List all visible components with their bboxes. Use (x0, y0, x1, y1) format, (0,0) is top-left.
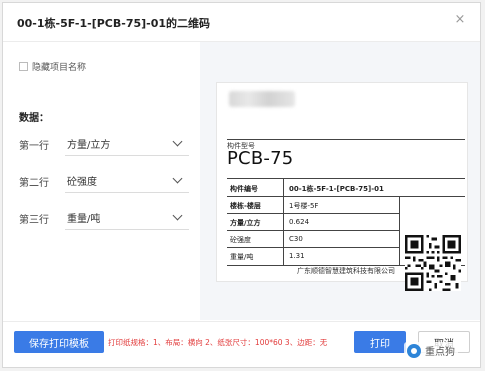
row-1-select[interactable]: 方量/立方 (65, 132, 189, 156)
table-value: C30 (289, 235, 303, 243)
table-key: 砼强度 (230, 236, 251, 244)
hide-name-label: 隐藏项目名称 (32, 62, 87, 73)
hide-name-option[interactable]: 隐藏项目名称 (19, 59, 86, 73)
table-key: 楼栋-楼层 (230, 202, 261, 210)
row-1-label: 第一行 (19, 140, 49, 152)
data-row-3: 第三行 重量/吨 (19, 206, 191, 230)
table-key: 方量/立方 (230, 219, 261, 227)
company-name: 广东顺德智慧建筑科技有限公司 (297, 267, 395, 275)
data-row-2: 第二行 砼强度 (19, 169, 191, 193)
close-icon[interactable]: × (452, 12, 468, 28)
table-key: 重量/吨 (230, 253, 254, 261)
hide-name-checkbox[interactable] (19, 61, 28, 71)
table-value: 1号楼-5F (289, 202, 319, 210)
company-logo (229, 91, 295, 107)
model-number: PCB-75 (227, 148, 294, 169)
table-value: 1.31 (289, 252, 305, 260)
print-button[interactable]: 打印 (354, 331, 406, 353)
watermark: 重点狗 (404, 342, 458, 359)
label-content: 构件型号 PCB-75 构件编号 00-1栋-5F-1-[PCB-75]-01 … (227, 139, 465, 291)
row-2-label: 第二行 (19, 177, 49, 189)
data-section-label: 数据： (19, 113, 49, 124)
qr-code-dialog: 00-1栋-5F-1-[PCB-75]-01的二维码 × 隐藏项目名称 数据： … (2, 2, 481, 368)
print-hint: 打印纸规格：1、布局：横向 2、纸张尺寸：100*60 3、边距：无 (108, 338, 328, 347)
data-row-1: 第一行 方量/立方 (19, 132, 191, 156)
row-2-select[interactable]: 砼强度 (65, 169, 189, 193)
row-2-value: 砼强度 (67, 177, 97, 188)
qr-code-icon (405, 235, 461, 291)
chevron-down-icon (172, 210, 183, 221)
dialog-header: 00-1栋-5F-1-[PCB-75]-01的二维码 × (3, 3, 480, 42)
label-preview-card: 构件型号 PCB-75 构件编号 00-1栋-5F-1-[PCB-75]-01 … (216, 82, 468, 291)
table-value: 00-1栋-5F-1-[PCB-75]-01 (289, 185, 384, 193)
watermark-text: 重点狗 (425, 347, 455, 358)
row-3-select[interactable]: 重量/吨 (65, 206, 189, 230)
table-value: 0.624 (289, 218, 310, 226)
dialog-title: 00-1栋-5F-1-[PCB-75]-01的二维码 (17, 17, 211, 30)
row-3-value: 重量/吨 (67, 214, 101, 225)
row-3-label: 第三行 (19, 214, 49, 226)
info-table: 构件编号 00-1栋-5F-1-[PCB-75]-01 楼栋-楼层 1号楼-5F… (227, 178, 465, 291)
row-1-value: 方量/立方 (67, 140, 111, 151)
watermark-logo-icon (407, 343, 421, 358)
preview-panel: 构件型号 PCB-75 构件编号 00-1栋-5F-1-[PCB-75]-01 … (200, 42, 480, 320)
chevron-down-icon (172, 136, 183, 147)
save-template-button[interactable]: 保存打印模板 (14, 331, 104, 353)
chevron-down-icon (172, 173, 183, 184)
table-key: 构件编号 (230, 185, 258, 193)
